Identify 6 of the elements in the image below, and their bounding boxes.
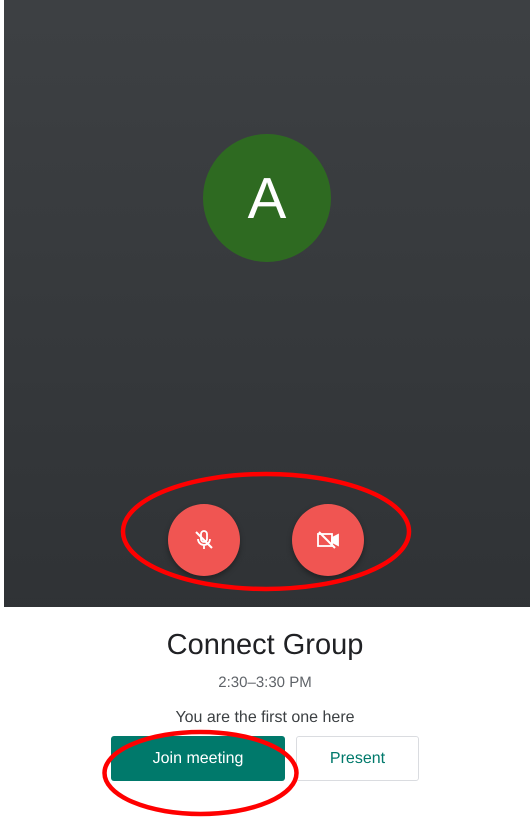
join-button[interactable]: Join meeting bbox=[111, 736, 285, 781]
present-button[interactable]: Present bbox=[296, 736, 419, 781]
status-text: You are the first one here bbox=[175, 709, 355, 727]
avatar: A bbox=[203, 134, 331, 262]
meeting-title: Connect Group bbox=[166, 629, 364, 662]
meeting-time: 2:30–3:30 PM bbox=[218, 674, 312, 691]
